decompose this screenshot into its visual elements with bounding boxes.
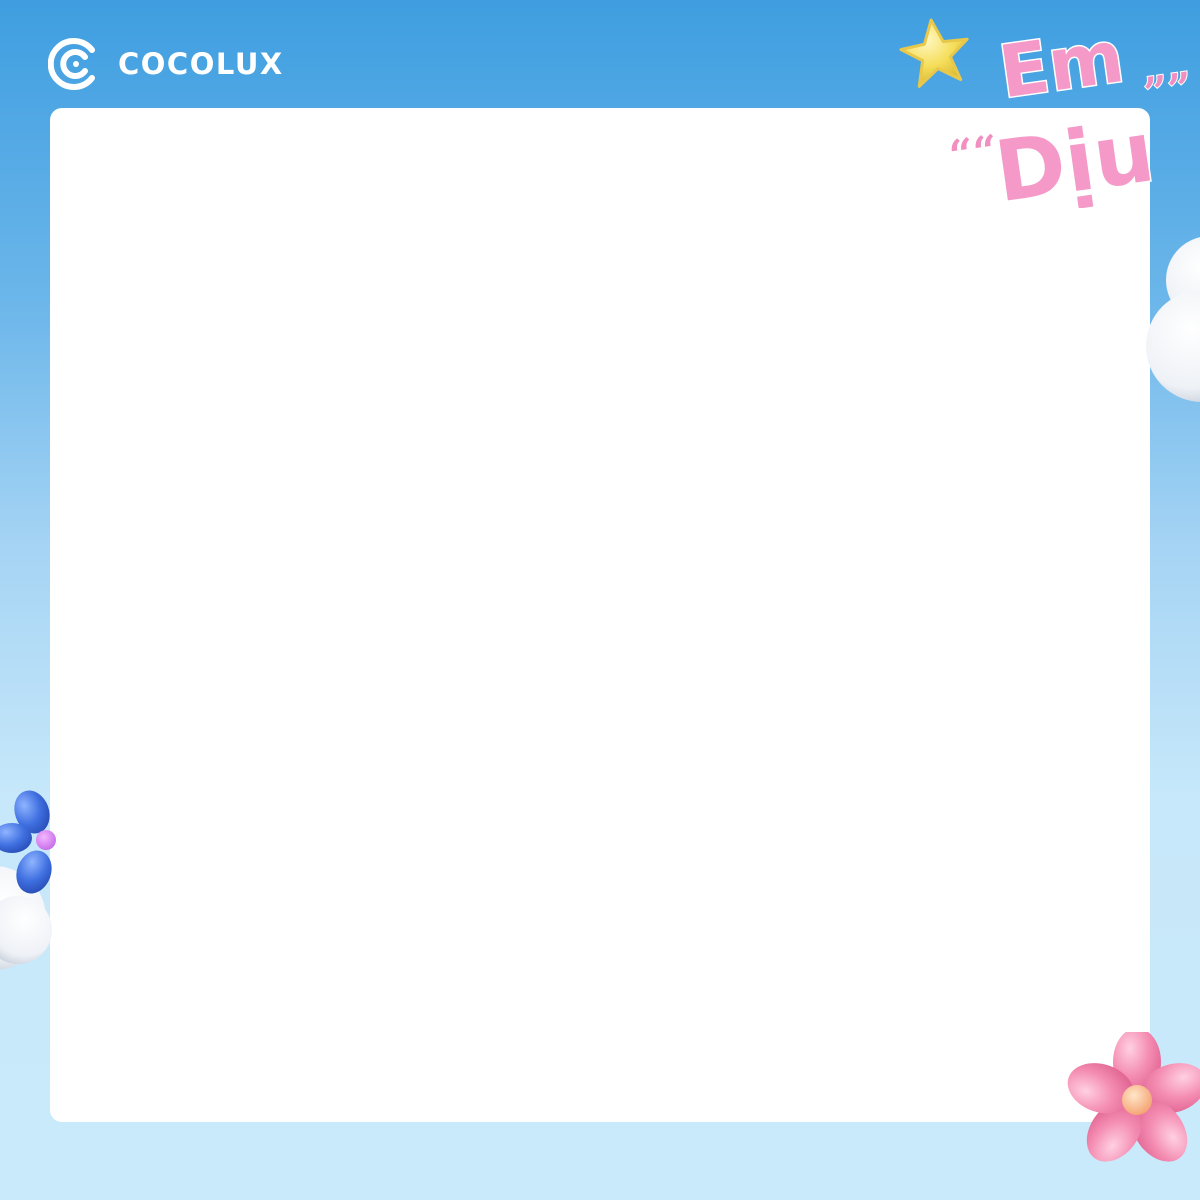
title-quote-close: ”” (1141, 63, 1196, 118)
pink-flower-icon (1067, 1032, 1200, 1162)
brand-logo: COCOLUX (48, 36, 284, 92)
cocolux-logo-icon (48, 38, 95, 90)
title-graphic: Em ”” ““ Dịu (945, 12, 1196, 208)
content-card (50, 108, 1150, 1122)
cloud-icon (1146, 237, 1200, 402)
title-line-2: Dịu (989, 102, 1159, 208)
brand-name: COCOLUX (118, 47, 284, 81)
title-line-1: Em (994, 14, 1129, 114)
blue-flower-icon (0, 790, 56, 894)
